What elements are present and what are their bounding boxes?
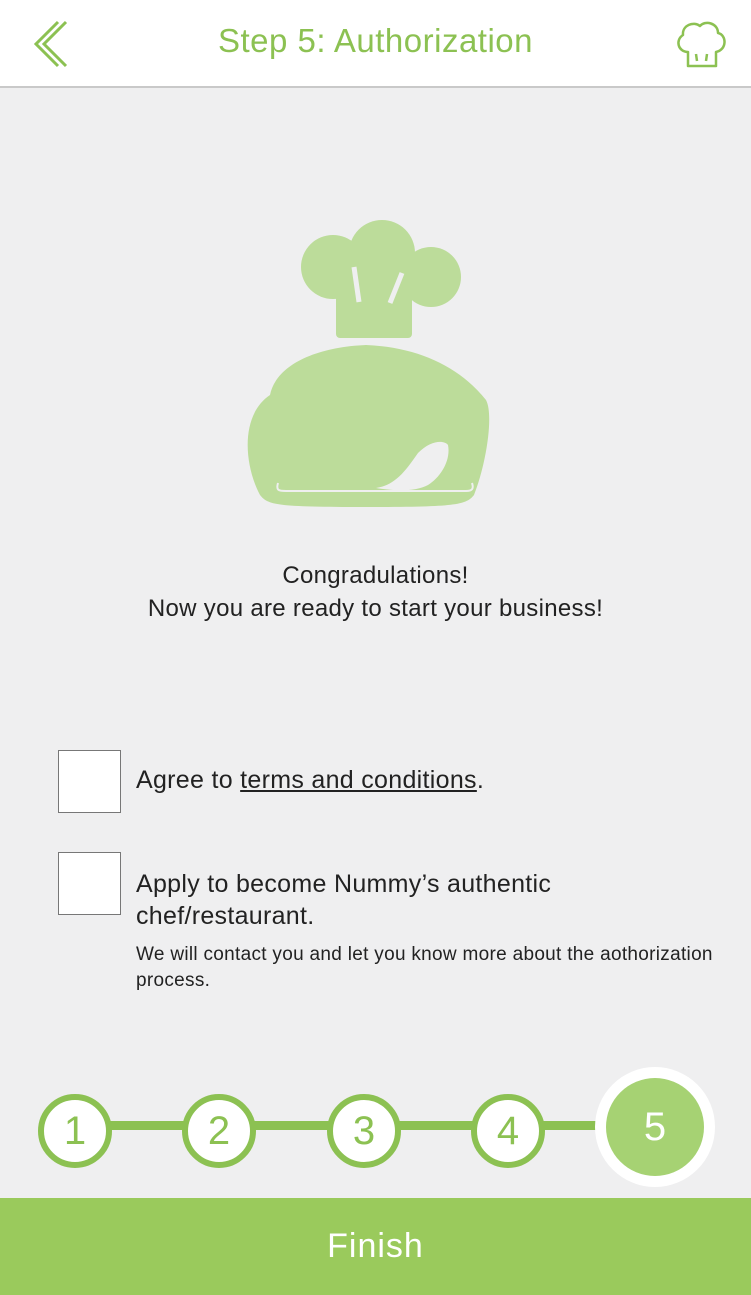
chef-hat-icon <box>677 21 726 68</box>
congrats-heading: Congradulations! <box>282 562 469 589</box>
terms-checkbox[interactable] <box>58 750 121 813</box>
chef-cloche-icon <box>247 220 490 507</box>
step-5-active[interactable]: 5 <box>606 1078 704 1176</box>
chef-hat-button[interactable] <box>672 18 730 72</box>
apply-note: We will contact you and let you know mor… <box>136 944 713 991</box>
apply-checkbox[interactable] <box>58 852 121 915</box>
finish-button[interactable]: Finish <box>0 1198 751 1295</box>
terms-label: Agree to terms and conditions. <box>136 766 484 795</box>
ready-message: Now you are ready to start your business… <box>147 595 604 622</box>
terms-suffix: . <box>476 766 485 794</box>
terms-link[interactable]: terms and conditions <box>240 766 477 794</box>
step-2[interactable]: 2 <box>182 1094 256 1168</box>
step-4[interactable]: 4 <box>471 1094 545 1168</box>
apply-label: Apply to become Nummy’s authentic chef/r… <box>136 870 552 930</box>
header-bar: Step 5: Authorization <box>0 0 751 88</box>
page-title: Step 5: Authorization <box>217 22 534 59</box>
chef-cloche-illustration <box>236 215 496 520</box>
terms-prefix: Agree to <box>136 766 241 794</box>
step-3[interactable]: 3 <box>327 1094 401 1168</box>
step-1[interactable]: 1 <box>38 1094 112 1168</box>
